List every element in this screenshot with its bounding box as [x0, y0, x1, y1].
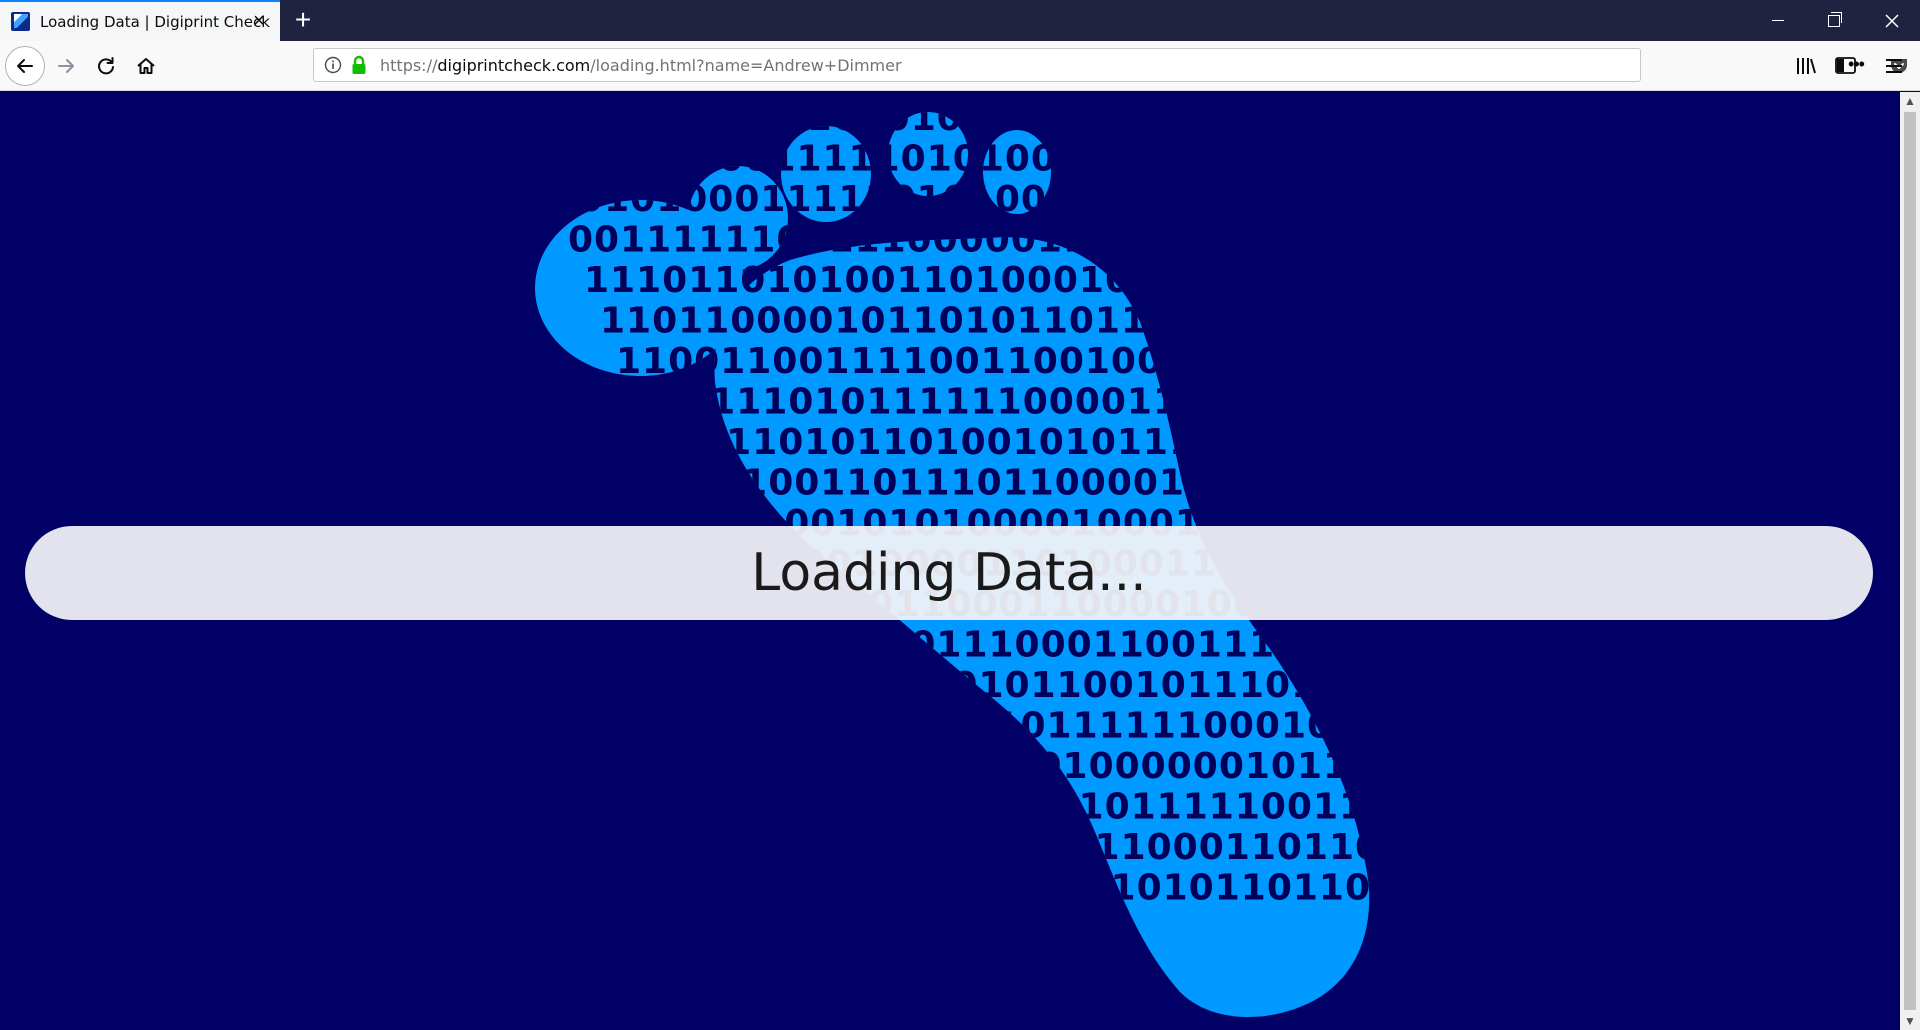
footprint-digit-row: 0010100011111010100001010001010001111101… — [552, 179, 1854, 220]
back-button[interactable] — [5, 46, 45, 86]
close-icon — [1885, 13, 1899, 28]
site-info-icon[interactable] — [324, 56, 342, 74]
url-path: /loading.html?name=Andrew+Dimmer — [590, 56, 902, 75]
footprint-digit-row: 10101000011111010100001111 — [536, 139, 1213, 180]
tab-close-icon[interactable]: × — [250, 11, 268, 31]
footprint-digit-row: 1010101010111000110110001101101010101011… — [808, 827, 1900, 868]
footprint-digit-row: 1100110011110011001000011111110011001111… — [616, 341, 1900, 382]
restore-icon — [1828, 11, 1842, 27]
footprint-digit-row: 10100000101101010000010110 — [520, 98, 1197, 139]
footprint-digit-row: 0011011000110101101101011011001101100011… — [824, 868, 1900, 909]
tab-strip: Loading Data | Digiprint Check × + — [0, 0, 1920, 41]
footprint-digit-row: 0111001101011001011101011101011100110101… — [744, 665, 1900, 706]
loading-banner: Loading Data... — [25, 526, 1873, 620]
tab-title: Loading Data | Digiprint Check — [40, 12, 270, 31]
url-text[interactable]: https://digiprintcheck.com/loading.html?… — [380, 56, 902, 75]
footprint-digit-row: 1101110111010000001011110001110111011101… — [776, 746, 1900, 787]
home-icon — [137, 58, 155, 74]
minimize-button[interactable] — [1750, 0, 1806, 41]
tab-active[interactable]: Loading Data | Digiprint Check × — [0, 0, 280, 41]
back-arrow-icon — [17, 59, 33, 73]
footprint-digit-row: 0011111101111000001111100110011001111110… — [568, 220, 1900, 261]
footprint-digit-row: 0011010111011111100010100110001101011101… — [760, 706, 1900, 747]
footprint-digit-row: 1111001101110110000100111001111100110111… — [664, 463, 1900, 504]
close-window-button[interactable] — [1864, 0, 1920, 41]
footprint-digit-row: 1101110011100011001110111001110111001110… — [728, 625, 1900, 666]
url-domain: digiprintcheck.com — [437, 56, 591, 75]
sidebar-icon[interactable] — [1834, 55, 1858, 77]
footprint-digit-row: 0011110101111110000110000111001111010111… — [632, 382, 1900, 423]
page-content: 10100000101101010000010110 10101000011111… — [0, 92, 1900, 1030]
footprint-digit-row: 0101101011110111110011010101010110101111… — [792, 787, 1900, 828]
scroll-down-arrow-icon[interactable]: ▼ — [1900, 1012, 1920, 1030]
scrollbar-thumb[interactable] — [1904, 112, 1916, 1010]
reload-button[interactable] — [88, 48, 124, 84]
nav-bar: https://digiprintcheck.com/loading.html?… — [0, 41, 1920, 91]
hamburger-menu-icon[interactable] — [1882, 55, 1906, 77]
new-tab-button[interactable]: + — [288, 5, 318, 35]
reload-icon — [98, 57, 114, 75]
url-scheme: https:// — [380, 56, 438, 75]
vertical-scrollbar[interactable]: ▲ ▼ — [1900, 92, 1920, 1030]
loading-text: Loading Data... — [751, 543, 1147, 603]
footprint-digit-row: 0101101011010010101110111100010110101101… — [648, 422, 1900, 463]
scroll-up-arrow-icon[interactable]: ▲ — [1900, 92, 1920, 110]
restore-button[interactable] — [1806, 0, 1862, 41]
digiprint-favicon-icon — [11, 12, 30, 31]
minimize-icon — [1772, 20, 1784, 21]
footprint-digit-row: 1110110101001101000101100111001111111011… — [584, 260, 1900, 301]
forward-arrow-icon — [58, 59, 74, 73]
home-button[interactable] — [128, 48, 164, 84]
library-icon[interactable] — [1794, 55, 1818, 77]
footprint-digit-row: 1101100001011010110110100000100110110000… — [600, 301, 1900, 342]
secure-lock-icon[interactable] — [350, 55, 368, 75]
url-bar[interactable]: https://digiprintcheck.com/loading.html?… — [313, 48, 1907, 82]
forward-button[interactable] — [48, 48, 84, 84]
